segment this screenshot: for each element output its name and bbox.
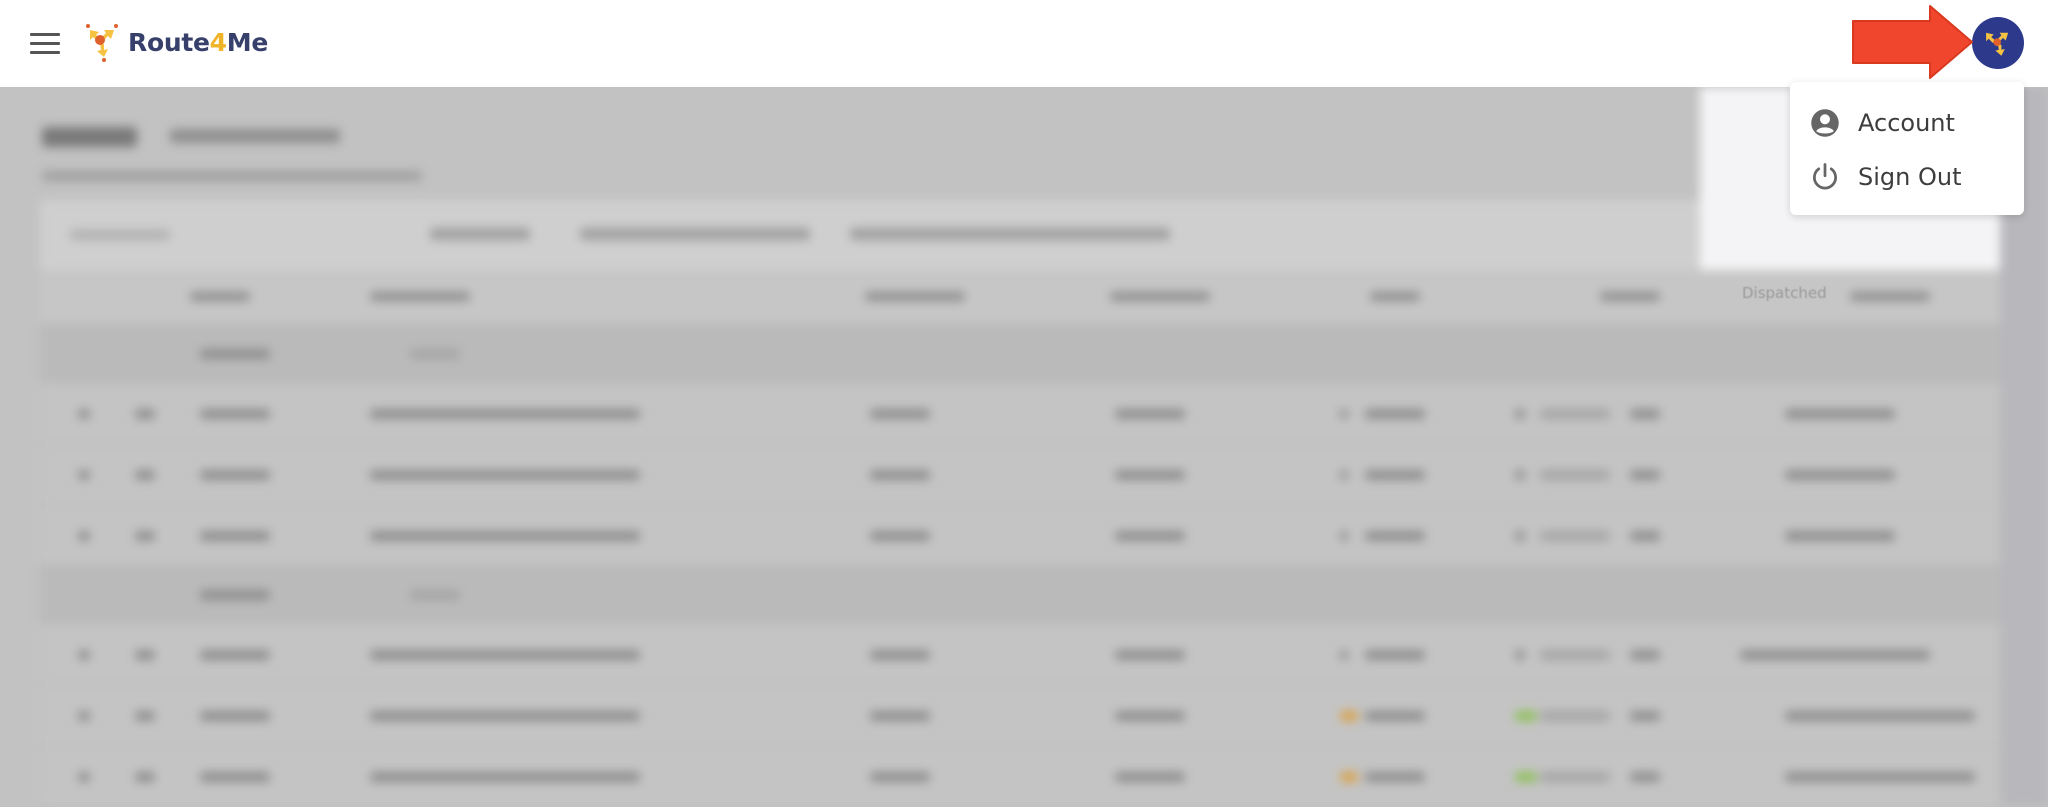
blurred-dropdown [170,129,340,143]
blurred-title [42,127,137,147]
logo-text-end: Me [226,27,269,57]
app-header: Route4Me [0,0,2048,87]
sign-out-label: Sign Out [1858,163,1962,191]
blurred-table-row [40,685,2000,746]
hamburger-menu-icon[interactable] [30,33,60,55]
blurred-group-row [40,325,2000,383]
column-header-dispatched: Dispatched [1742,284,1827,302]
blurred-table-row [40,383,2000,444]
logo-icon [86,24,118,62]
menu-item-account[interactable]: Account [1790,96,2024,150]
logo-text-main: Route [128,27,210,57]
power-icon [1813,163,1837,190]
blurred-table-row [40,746,2000,807]
blurred-group-row [40,566,2000,624]
blurred-routes-page [0,87,2048,807]
account-label: Account [1858,109,1955,137]
user-dropdown-menu: Account Sign Out [1790,82,2024,215]
user-avatar-button[interactable] [1972,17,2024,69]
blurred-table-row [40,444,2000,505]
route4me-logo-icon [1986,32,2009,56]
account-circle-icon [1811,109,1839,137]
blurred-table-header [40,270,2000,325]
blurred-toolbar [40,200,1700,270]
blurred-table-row [40,624,2000,685]
logo-text-accent: 4 [209,27,227,57]
blurred-tabs [42,171,422,181]
route4me-logo[interactable]: Route4Me [84,22,268,62]
menu-item-sign-out[interactable]: Sign Out [1790,150,2024,204]
blurred-table-row [40,505,2000,566]
annotation-arrow-icon [1852,5,1973,79]
logo-text: Route4Me [128,28,268,57]
